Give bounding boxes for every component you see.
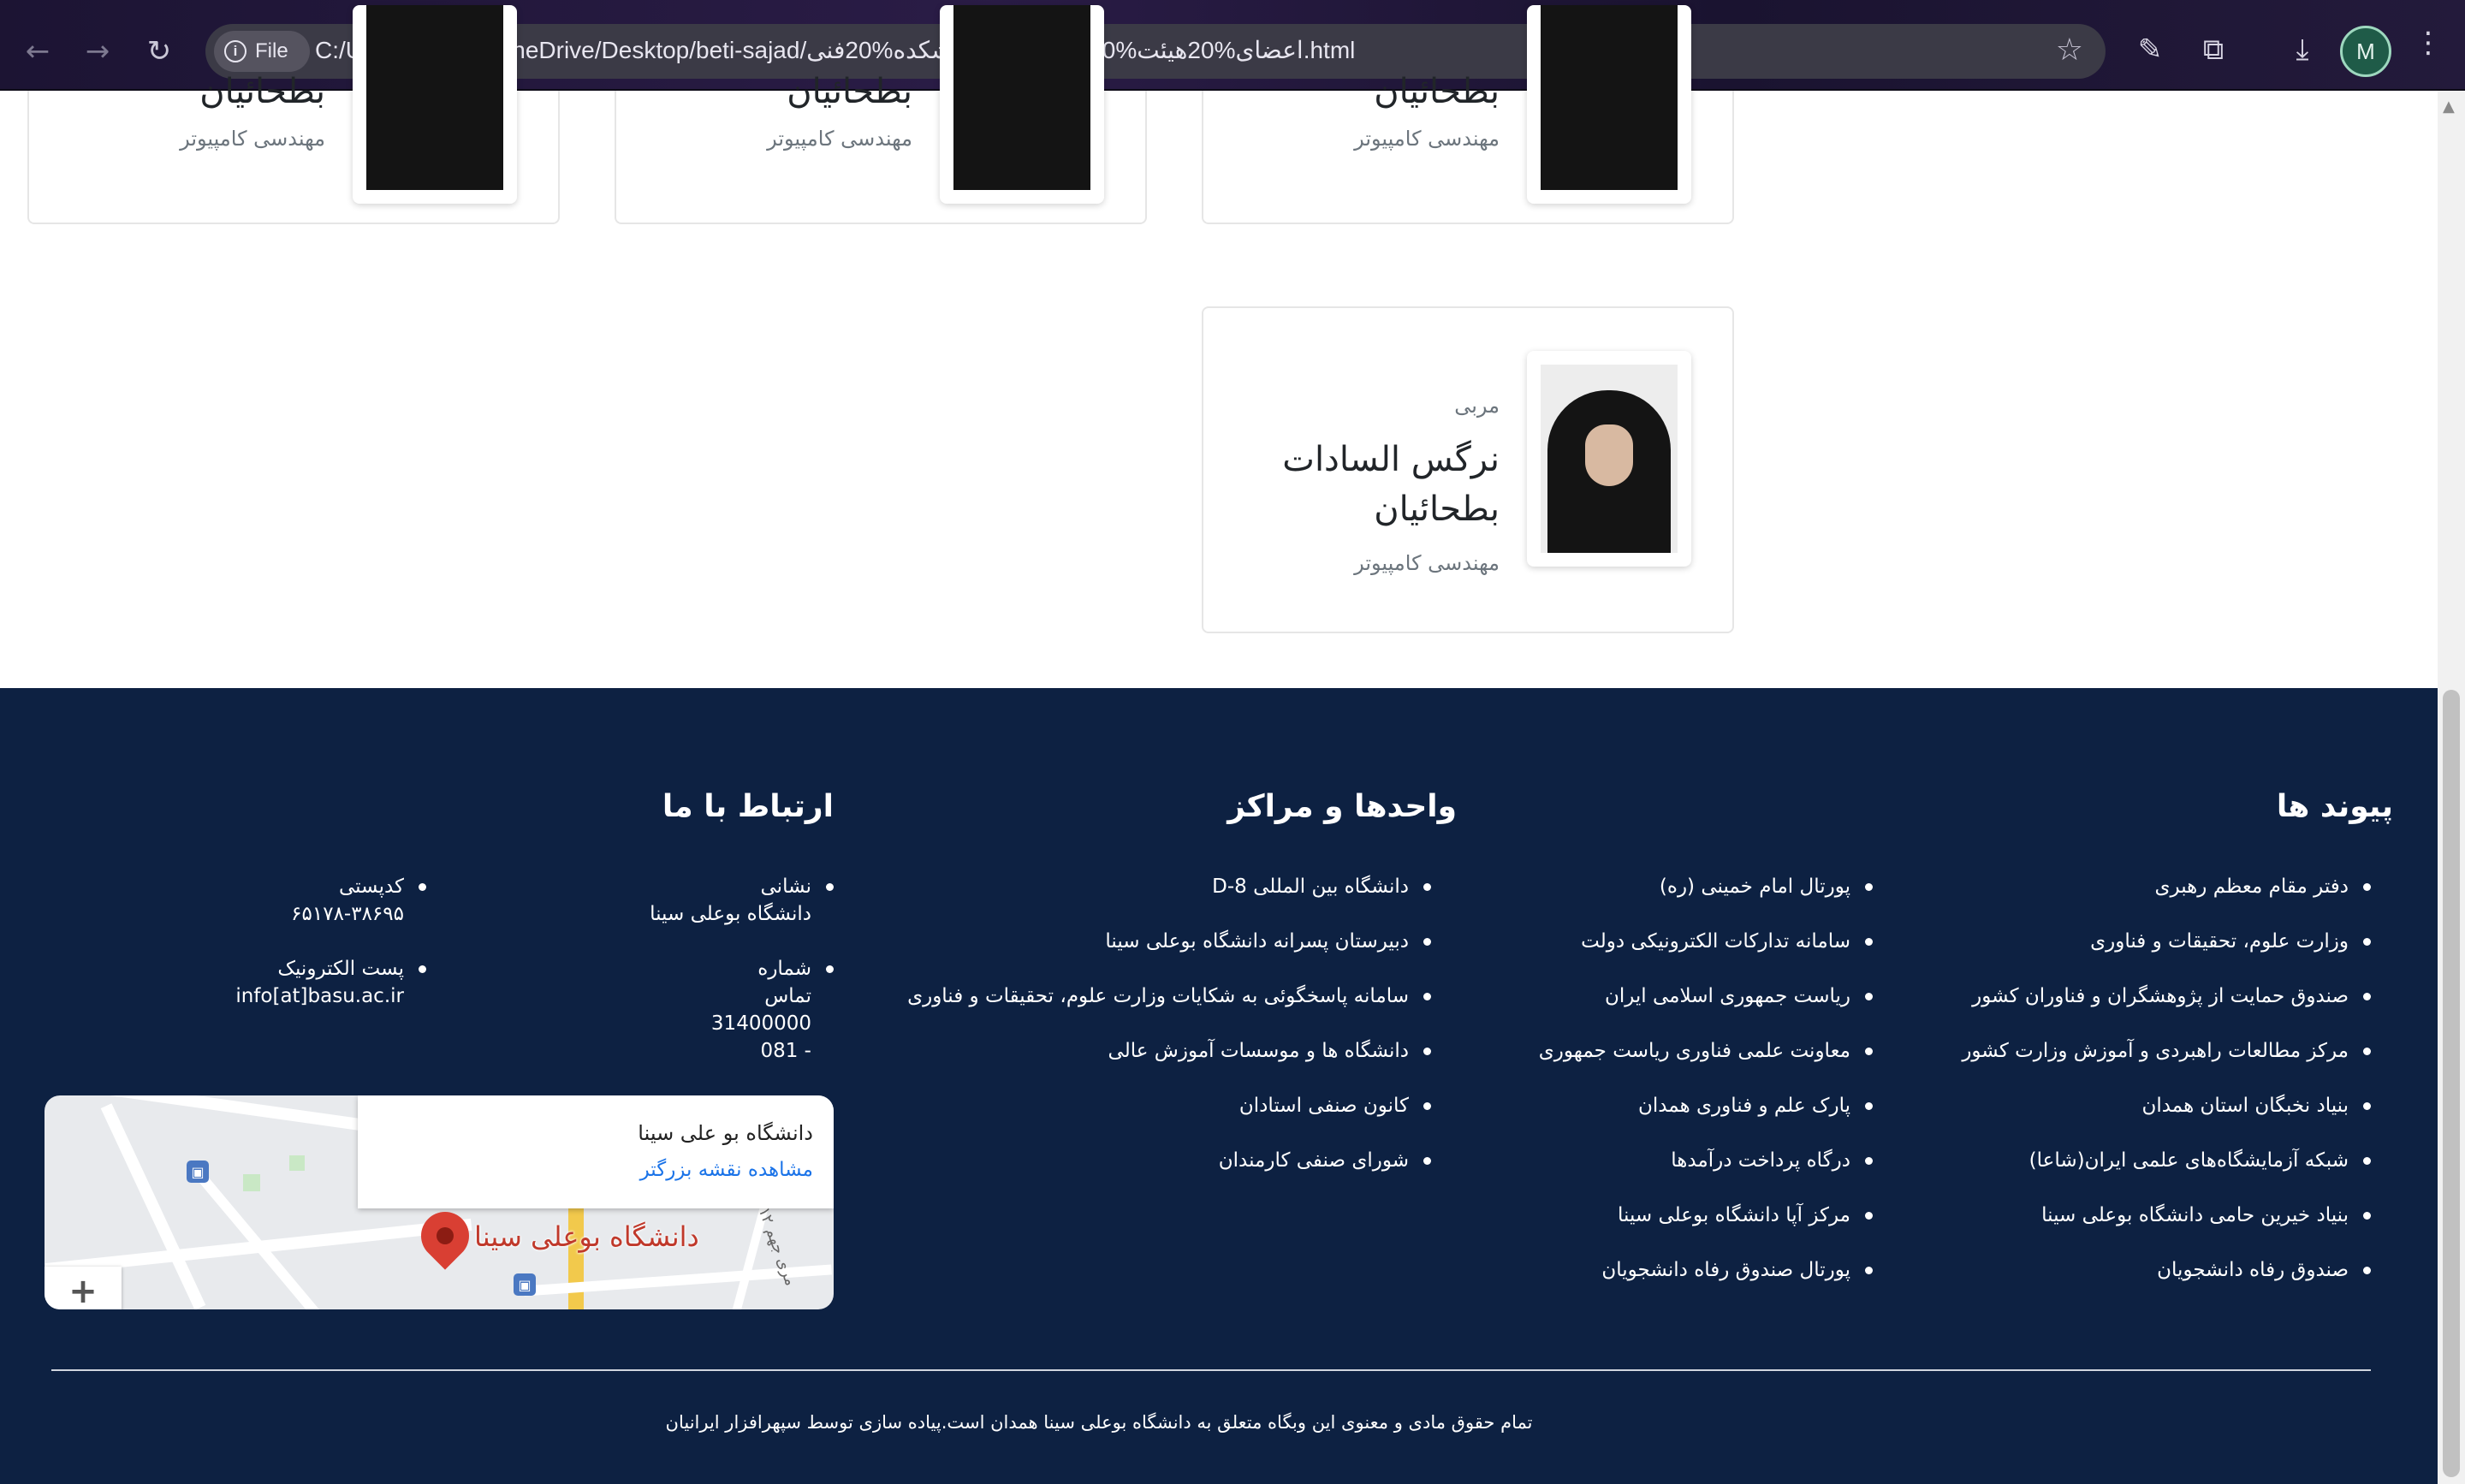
- map-pin-label: دانشگاه بوعلی سینا: [474, 1220, 699, 1253]
- bookmark-star-icon[interactable]: ☆: [2056, 33, 2083, 68]
- footer-link[interactable]: شورای صنفی کارمندان: [907, 1147, 1431, 1202]
- member-department: مهندسی کامپیوتر: [767, 127, 912, 151]
- map-pin-icon[interactable]: [411, 1202, 479, 1270]
- zoom-in-button[interactable]: +: [45, 1267, 122, 1309]
- member-name: نرگس السادات بطحائیان: [1282, 440, 1500, 529]
- member-card[interactable]: بطحائیان مهندسی کامپیوتر: [27, 5, 560, 224]
- member-photo: [353, 5, 517, 204]
- kebab-menu-icon[interactable]: ⋮: [2414, 26, 2443, 60]
- extensions-icon[interactable]: ⧉: [2189, 26, 2237, 74]
- member-name: بطحائیان: [199, 72, 325, 111]
- member-name: بطحائیان: [787, 72, 912, 111]
- units-list: دانشگاه بین المللی D-8 دبیرستان پسرانه د…: [907, 873, 1431, 1202]
- copyright-label: تمام حقوق مادی و معنوی این وبگاه متعلق ب…: [665, 1412, 1533, 1433]
- address-item: نشانی دانشگاه بوعلی سینا: [650, 873, 834, 928]
- reload-icon[interactable]: ↻: [135, 27, 183, 75]
- file-chip-label: File: [255, 39, 288, 62]
- phone-item: شماره تماس 31400000 - 081: [710, 955, 835, 1065]
- footer-link[interactable]: شبکه آزمایشگاه‌های علمی ایران(شاعا): [1962, 1147, 2371, 1202]
- footer-link[interactable]: درگاه پرداخت درآمدها: [1539, 1147, 1874, 1202]
- footer-link[interactable]: دانشگاه ها و موسسات آموزش عالی: [907, 1037, 1431, 1092]
- address-value: دانشگاه بوعلی سینا: [650, 903, 811, 925]
- location-map[interactable]: ▣ ▣ ۱۲ مری جهم دانشگاه بو علی سینا مشاهد…: [45, 1095, 834, 1309]
- phone-value: - 081: [760, 1040, 811, 1062]
- footer-link[interactable]: صندوق رفاه دانشجویان: [1962, 1256, 2371, 1311]
- postal-label: کدپستی: [338, 876, 404, 898]
- footer-link[interactable]: بنیاد نخبگان استان همدان: [1962, 1092, 2371, 1147]
- member-department: مهندسی کامپیوتر: [1354, 551, 1500, 575]
- email-item: پست الکترونیک info[at]basu.ac.ir: [235, 955, 426, 1010]
- forward-arrow-icon[interactable]: →: [74, 27, 122, 75]
- footer-divider: [51, 1369, 2371, 1371]
- member-name: بطحائیان: [1374, 72, 1500, 111]
- back-arrow-icon[interactable]: ←: [14, 27, 62, 75]
- larger-map-link[interactable]: مشاهده نقشه بزرگتر: [640, 1159, 813, 1181]
- links-list-1: دفتر مقام معظم رهبری وزارت علوم، تحقیقات…: [1962, 873, 2371, 1311]
- member-department: مهندسی کامپیوتر: [1354, 127, 1500, 151]
- site-footer: پیوند ها دفتر مقام معظم رهبری وزارت علوم…: [0, 688, 2438, 1484]
- member-card[interactable]: بطحائیان مهندسی کامپیوتر: [615, 5, 1147, 224]
- pen-icon[interactable]: ✎: [2126, 26, 2174, 74]
- footer-link[interactable]: کانون صنفی استادان: [907, 1092, 1431, 1147]
- footer-link[interactable]: معاونت علمی فناوری ریاست جمهوری: [1539, 1037, 1874, 1092]
- download-icon[interactable]: ⤓: [2278, 26, 2326, 74]
- footer-link[interactable]: سامانه تدارکات الکترونیکی دولت: [1539, 928, 1874, 982]
- copyright-text: تمام حقوق مادی و معنوی این وبگاه متعلق ب…: [0, 1412, 2438, 1433]
- site-info-chip[interactable]: i File: [214, 31, 310, 72]
- links-list-2: پورتال امام خمینی (ره) سامانه تدارکات ال…: [1539, 873, 1874, 1311]
- links-heading: پیوند ها: [2276, 789, 2393, 824]
- member-photo: [940, 5, 1104, 204]
- email-value[interactable]: info[at]basu.ac.ir: [235, 982, 404, 1010]
- footer-link[interactable]: صندوق حمایت از پژوهشگران و فناوران کشور: [1962, 982, 2371, 1037]
- footer-link[interactable]: بنیاد خیرین حامی دانشگاه بوعلی سینا: [1962, 1202, 2371, 1256]
- scroll-thumb[interactable]: [2443, 690, 2460, 1477]
- member-role: مربی: [1454, 394, 1500, 418]
- profile-avatar[interactable]: M: [2340, 26, 2391, 77]
- bus-stop-icon: ▣: [514, 1273, 536, 1296]
- footer-link[interactable]: مرکز مطالعات راهبردی و آموزش وزارت کشور: [1962, 1037, 2371, 1092]
- info-icon: i: [224, 40, 246, 62]
- contact-heading: ارتباط با ما: [662, 789, 834, 824]
- footer-link[interactable]: وزارت علوم، تحقیقات و فناوری: [1962, 928, 2371, 982]
- email-label: پست الکترونیک: [277, 958, 404, 980]
- footer-link[interactable]: مرکز آپا دانشگاه بوعلی سینا: [1539, 1202, 1874, 1256]
- scroll-up-arrow-icon[interactable]: ▲: [2443, 98, 2455, 116]
- footer-link[interactable]: پارک علم و فناوری همدان: [1539, 1092, 1874, 1147]
- map-info-card: دانشگاه بو علی سینا مشاهده نقشه بزرگتر: [358, 1095, 834, 1208]
- bus-stop-icon: ▣: [187, 1160, 209, 1183]
- member-department: مهندسی کامپیوتر: [180, 127, 325, 151]
- footer-link[interactable]: سامانه پاسخگوئی به شکایات وزارت علوم، تح…: [907, 982, 1431, 1037]
- footer-link[interactable]: دانشگاه بین المللی D-8: [907, 873, 1431, 928]
- footer-link[interactable]: پورتال امام خمینی (ره): [1539, 873, 1874, 928]
- phone-value: 31400000: [710, 1012, 811, 1035]
- footer-link[interactable]: ریاست جمهوری اسلامی ایران: [1539, 982, 1874, 1037]
- member-photo: [1527, 5, 1691, 204]
- phone-label: تماس: [764, 985, 811, 1007]
- footer-link[interactable]: دفتر مقام معظم رهبری: [1962, 873, 2371, 928]
- page-scrollbar[interactable]: ▲: [2438, 91, 2465, 1484]
- postal-value: ۶۵۱۷۸-۳۸۶۹۵: [291, 903, 404, 925]
- phone-label: شماره: [757, 958, 811, 980]
- footer-link[interactable]: پورتال صندوق رفاه دانشجویان: [1539, 1256, 1874, 1311]
- map-place-title: دانشگاه بو علی سینا: [638, 1121, 813, 1145]
- address-label: نشانی: [760, 876, 812, 898]
- member-photo: [1527, 351, 1691, 567]
- member-card[interactable]: بطحائیان مهندسی کامپیوتر: [1202, 5, 1734, 224]
- member-card[interactable]: مربی نرگس السادات بطحائیان مهندسی کامپیو…: [1202, 306, 1734, 633]
- units-heading: واحدها و مراکز: [1227, 789, 1457, 824]
- postal-item: کدپستی ۶۵۱۷۸-۳۸۶۹۵: [291, 873, 426, 928]
- footer-link[interactable]: دبیرستان پسرانه دانشگاه بوعلی سینا: [907, 928, 1431, 982]
